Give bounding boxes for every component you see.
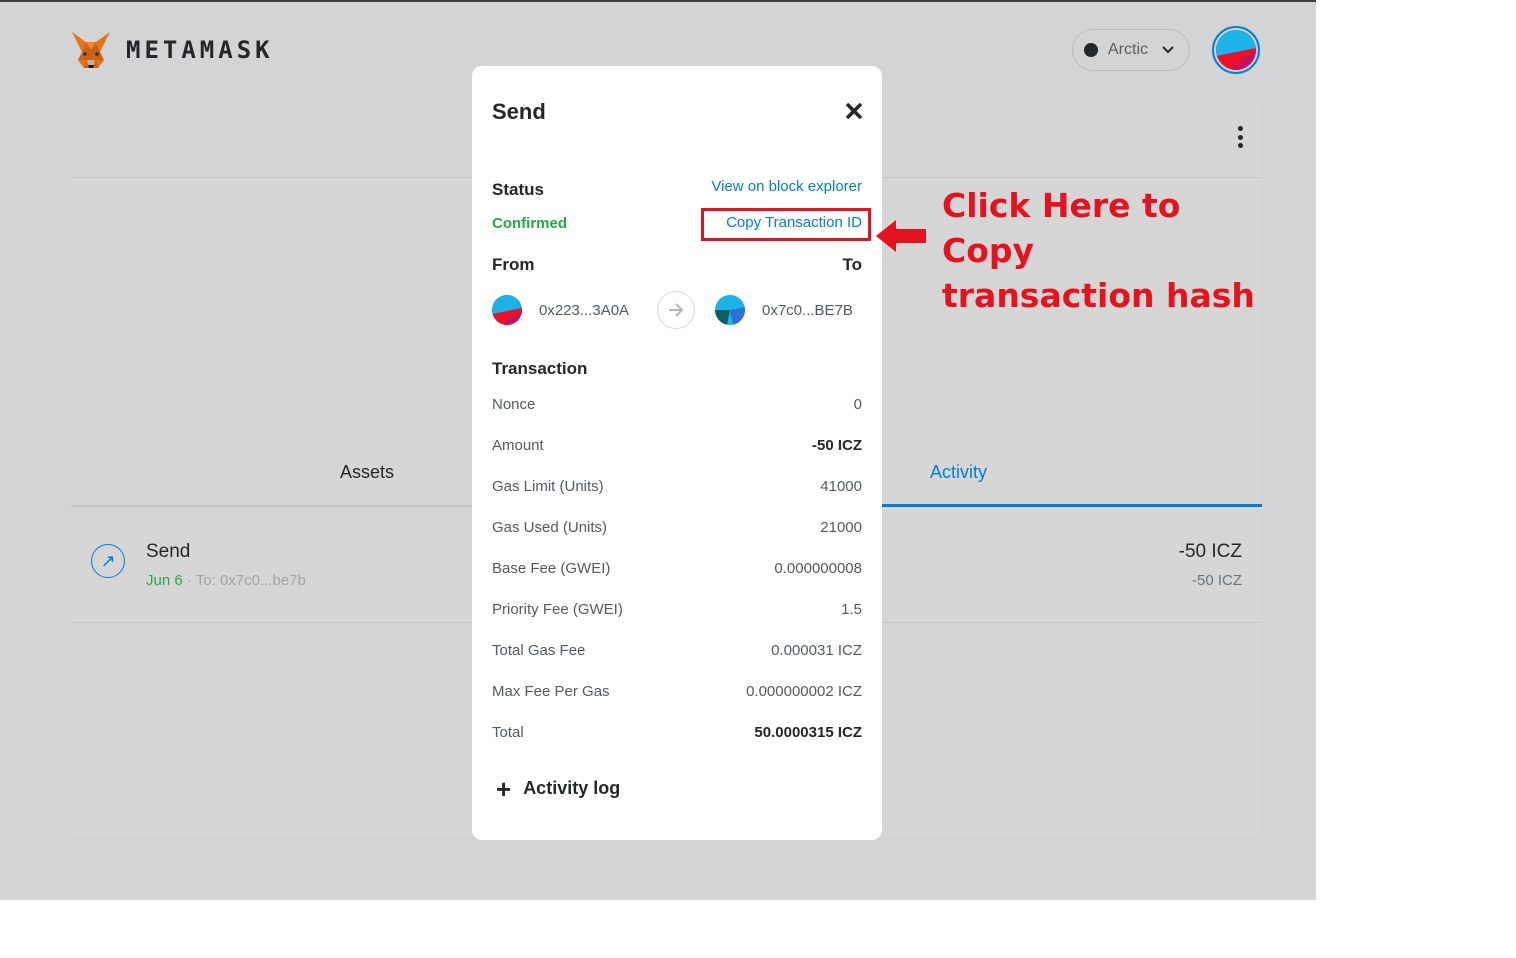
annotation-arrow-icon: [876, 220, 926, 252]
detail-label: Nonce: [492, 396, 536, 413]
detail-value: 21000: [820, 519, 862, 536]
detail-value: 41000: [820, 478, 862, 495]
activity-amount: -50 ICZ: [1178, 541, 1242, 562]
view-on-explorer-link[interactable]: View on block explorer: [711, 178, 862, 195]
transaction-section-title: Transaction: [492, 359, 588, 378]
detail-label: Amount: [492, 437, 544, 454]
detail-row-total: Total 50.0000315 ICZ: [492, 724, 862, 744]
transaction-details-modal: Send Status View on block explorer Confi…: [472, 66, 882, 840]
close-icon[interactable]: [844, 101, 864, 121]
metamask-logo[interactable]: METAMASK: [70, 30, 274, 70]
modal-title: Send: [492, 99, 546, 124]
tab-activity[interactable]: Activity: [930, 462, 987, 483]
detail-row-amount: Amount -50 ICZ: [492, 437, 862, 457]
detail-label: Gas Limit (Units): [492, 478, 604, 495]
to-address[interactable]: 0x7c0...BE7B: [762, 302, 853, 319]
more-options-icon[interactable]: [1236, 126, 1244, 148]
network-status-dot: [1084, 43, 1098, 57]
detail-row-nonce: Nonce 0: [492, 396, 862, 416]
detail-label: Total: [492, 724, 524, 741]
account-avatar-icon: [1216, 30, 1256, 70]
detail-row-gas-limit: Gas Limit (Units) 41000: [492, 478, 862, 498]
activity-subtitle: Jun 6 · To: 0x7c0...be7b: [146, 572, 306, 589]
status-label: Status: [492, 180, 544, 199]
detail-value: 0: [853, 396, 862, 413]
detail-value: 50.0000315 ICZ: [754, 724, 862, 741]
status-badge: Confirmed: [492, 215, 567, 232]
detail-value: 0.000031 ICZ: [771, 642, 862, 659]
from-address[interactable]: 0x223...3A0A: [539, 302, 629, 319]
detail-value: 1.5: [841, 601, 862, 618]
to-avatar-icon: [715, 295, 745, 325]
network-selector[interactable]: Arctic: [1072, 29, 1190, 71]
detail-label: Max Fee Per Gas: [492, 683, 610, 700]
detail-value: 0.000000008: [774, 560, 862, 577]
from-label: From: [492, 255, 535, 274]
send-arrow-icon: ↗: [91, 544, 125, 578]
account-menu-button[interactable]: [1212, 26, 1260, 74]
detail-label: Gas Used (Units): [492, 519, 608, 536]
activity-separator: ·: [182, 572, 196, 589]
activity-recipient: To: 0x7c0...be7b: [195, 572, 306, 589]
detail-row-base-fee: Base Fee (GWEI) 0.000000008: [492, 560, 862, 580]
annotation-text: Click Here to Copy transaction hash: [942, 183, 1262, 318]
annotation-line-1: Click Here to Copy: [942, 186, 1181, 270]
activity-title: Send: [146, 541, 191, 562]
detail-row-max-fee: Max Fee Per Gas 0.000000002 ICZ: [492, 683, 862, 703]
detail-value: -50 ICZ: [811, 437, 862, 454]
detail-label: Base Fee (GWEI): [492, 560, 611, 577]
network-name: Arctic: [1108, 41, 1148, 58]
metamask-fox-icon: [72, 32, 110, 68]
arrow-right-icon: [657, 291, 695, 329]
activity-log-label: Activity log: [523, 778, 621, 798]
to-label: To: [842, 255, 862, 274]
annotation-highlight-box: [701, 208, 871, 241]
plus-icon: +: [496, 773, 512, 804]
detail-value: 0.000000002 ICZ: [746, 683, 862, 700]
detail-row-gas-used: Gas Used (Units) 21000: [492, 519, 862, 539]
annotation-line-2: transaction hash: [942, 276, 1255, 315]
activity-amount-secondary: -50 ICZ: [1191, 572, 1242, 589]
detail-row-total-gas-fee: Total Gas Fee 0.000031 ICZ: [492, 642, 862, 662]
brand-name: METAMASK: [126, 36, 274, 64]
detail-label: Total Gas Fee: [492, 642, 586, 659]
chevron-down-icon: [1162, 46, 1174, 54]
detail-row-priority-fee: Priority Fee (GWEI) 1.5: [492, 601, 862, 621]
activity-log-toggle[interactable]: + Activity log: [496, 773, 621, 804]
tab-assets[interactable]: Assets: [340, 462, 394, 483]
from-avatar-icon: [492, 295, 522, 325]
activity-date: Jun 6: [146, 572, 183, 589]
detail-label: Priority Fee (GWEI): [492, 601, 623, 618]
